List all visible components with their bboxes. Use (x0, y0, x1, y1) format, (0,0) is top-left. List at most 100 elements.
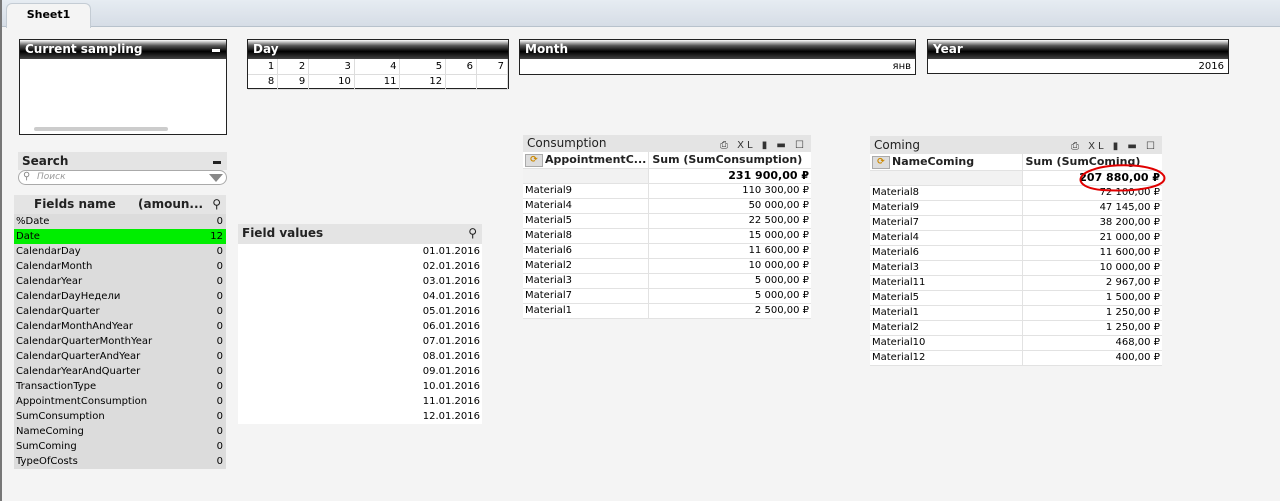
field-count: 0 (216, 261, 223, 272)
table-row[interactable]: Material9 110 300,00 ₽ (523, 183, 811, 199)
field-row[interactable]: CalendarMonth 0 (14, 259, 226, 274)
material-sum: 50 000,00 ₽ (648, 198, 811, 214)
material-sum: 2 967,00 ₽ (1021, 275, 1162, 291)
field-name: TypeOfCosts (16, 456, 78, 467)
day-cell[interactable]: 4 (354, 59, 401, 75)
field-row[interactable]: CalendarYear 0 (14, 274, 226, 289)
material-name: Material5 (523, 213, 649, 229)
material-sum: 38 200,00 ₽ (1021, 215, 1162, 231)
day-cell[interactable]: 8 (248, 74, 279, 90)
day-cell[interactable]: 5 (399, 59, 447, 75)
day-cell[interactable]: 2 (277, 59, 310, 75)
minimize-icon[interactable] (213, 161, 221, 164)
table-row[interactable]: Material2 1 250,00 ₽ (870, 320, 1162, 336)
field-row[interactable]: SumConsumption 0 (14, 409, 226, 424)
day-cell[interactable]: 12 (399, 74, 447, 90)
consumption-title: Consumption (527, 136, 607, 150)
material-name: Material9 (523, 183, 649, 199)
table-row[interactable]: Material2 10 000,00 ₽ (523, 258, 811, 274)
fields-col-name[interactable]: Fields name (34, 197, 116, 211)
day-cell[interactable]: 10 (308, 74, 355, 90)
field-value-item[interactable]: 06.01.2016 (238, 319, 482, 334)
day-cell[interactable] (476, 74, 508, 90)
field-row[interactable]: TransactionType 0 (14, 379, 226, 394)
field-row[interactable]: %Date 0 (14, 214, 226, 229)
day-cell[interactable]: 9 (277, 74, 310, 90)
table-row[interactable]: Material7 5 000,00 ₽ (523, 288, 811, 304)
table-row[interactable]: Material1 2 500,00 ₽ (523, 303, 811, 319)
year-value[interactable]: 2016 (928, 59, 1228, 74)
dropdown-arrow-icon[interactable] (209, 174, 223, 182)
field-value-item[interactable]: 09.01.2016 (238, 364, 482, 379)
field-value-item[interactable]: 04.01.2016 (238, 289, 482, 304)
cycle-group-icon[interactable]: ⟳ (525, 153, 543, 167)
minimize-icon[interactable] (212, 49, 220, 52)
field-row[interactable]: NameComing 0 (14, 424, 226, 439)
field-row[interactable]: CalendarDayНедели 0 (14, 289, 226, 304)
day-cell[interactable]: 3 (308, 59, 355, 75)
field-count: 0 (216, 321, 223, 332)
table-row[interactable]: Material3 10 000,00 ₽ (870, 260, 1162, 276)
table-row[interactable]: Material5 22 500,00 ₽ (523, 213, 811, 229)
field-value-item[interactable]: 12.01.2016 (238, 409, 482, 424)
column-header-name[interactable]: ⟳ NameComing (870, 154, 1022, 171)
field-row[interactable]: AppointmentConsumption 0 (14, 394, 226, 409)
fields-col-amount[interactable]: (amoun... (138, 195, 203, 213)
table-toolbar-icons[interactable]: ⎙ XL ▮ ▬ ☐ (720, 137, 807, 154)
field-row[interactable]: Date 12 (14, 229, 226, 244)
tab-sheet1[interactable]: Sheet1 (6, 3, 91, 28)
horizontal-scrollbar[interactable] (34, 127, 168, 131)
table-row[interactable]: Material1 1 250,00 ₽ (870, 305, 1162, 321)
material-sum: 1 250,00 ₽ (1021, 320, 1162, 336)
field-value-item[interactable]: 01.01.2016 (238, 244, 482, 259)
field-row[interactable]: CalendarQuarterMonthYear 0 (14, 334, 226, 349)
field-count: 0 (216, 216, 223, 227)
day-cell[interactable] (445, 74, 478, 90)
field-value-item[interactable]: 08.01.2016 (238, 349, 482, 364)
field-row[interactable]: TypeOfCosts 0 (14, 454, 226, 469)
table-row[interactable]: Material6 11 600,00 ₽ (523, 243, 811, 259)
export-xl-icon[interactable]: XL (1088, 141, 1106, 152)
field-row[interactable]: CalendarMonthAndYear 0 (14, 319, 226, 334)
field-row[interactable]: CalendarQuarterAndYear 0 (14, 349, 226, 364)
material-sum: 15 000,00 ₽ (648, 228, 811, 244)
search-input[interactable]: ⚲ Поиск (18, 170, 227, 185)
table-row[interactable]: Material7 38 200,00 ₽ (870, 215, 1162, 231)
field-value-item[interactable]: 05.01.2016 (238, 304, 482, 319)
field-row[interactable]: CalendarYearAndQuarter 0 (14, 364, 226, 379)
material-sum: 1 250,00 ₽ (1021, 305, 1162, 321)
day-cell[interactable]: 6 (445, 59, 478, 75)
cycle-group-icon[interactable]: ⟳ (872, 155, 890, 169)
column-header-name[interactable]: ⟳ AppointmentC... (523, 152, 649, 169)
field-row[interactable]: SumComing 0 (14, 439, 226, 454)
search-placeholder: Поиск (37, 172, 66, 182)
table-row[interactable]: Material5 1 500,00 ₽ (870, 290, 1162, 306)
search-icon[interactable]: ⚲ (212, 195, 221, 213)
day-cell[interactable]: 1 (248, 59, 279, 75)
table-row[interactable]: Material12 400,00 ₽ (870, 350, 1162, 366)
material-name: Material6 (870, 245, 1022, 261)
field-row[interactable]: CalendarDay 0 (14, 244, 226, 259)
month-value[interactable]: янв (520, 59, 915, 74)
table-row[interactable]: Material9 47 145,00 ₽ (870, 200, 1162, 216)
table-row[interactable]: Material11 2 967,00 ₽ (870, 275, 1162, 291)
field-value-item[interactable]: 10.01.2016 (238, 379, 482, 394)
column-header-sum[interactable]: Sum (SumConsumption) (648, 152, 811, 169)
field-count: 0 (216, 336, 223, 347)
export-xl-icon[interactable]: XL (737, 140, 755, 151)
field-value-item[interactable]: 03.01.2016 (238, 274, 482, 289)
table-row[interactable]: Material4 50 000,00 ₽ (523, 198, 811, 214)
day-cell[interactable]: 11 (354, 74, 401, 90)
day-cell[interactable]: 7 (476, 59, 508, 75)
table-row[interactable]: Material8 15 000,00 ₽ (523, 228, 811, 244)
search-icon[interactable]: ⚲ (468, 224, 477, 242)
field-value-item[interactable]: 02.01.2016 (238, 259, 482, 274)
field-row[interactable]: CalendarQuarter 0 (14, 304, 226, 319)
field-value-item[interactable]: 11.01.2016 (238, 394, 482, 409)
table-toolbar-icons[interactable]: ⎙ XL ▮ ▬ ☐ (1071, 138, 1158, 156)
table-row[interactable]: Material6 11 600,00 ₽ (870, 245, 1162, 261)
table-row[interactable]: Material10 468,00 ₽ (870, 335, 1162, 351)
field-value-item[interactable]: 07.01.2016 (238, 334, 482, 349)
table-row[interactable]: Material4 21 000,00 ₽ (870, 230, 1162, 246)
table-row[interactable]: Material3 5 000,00 ₽ (523, 273, 811, 289)
